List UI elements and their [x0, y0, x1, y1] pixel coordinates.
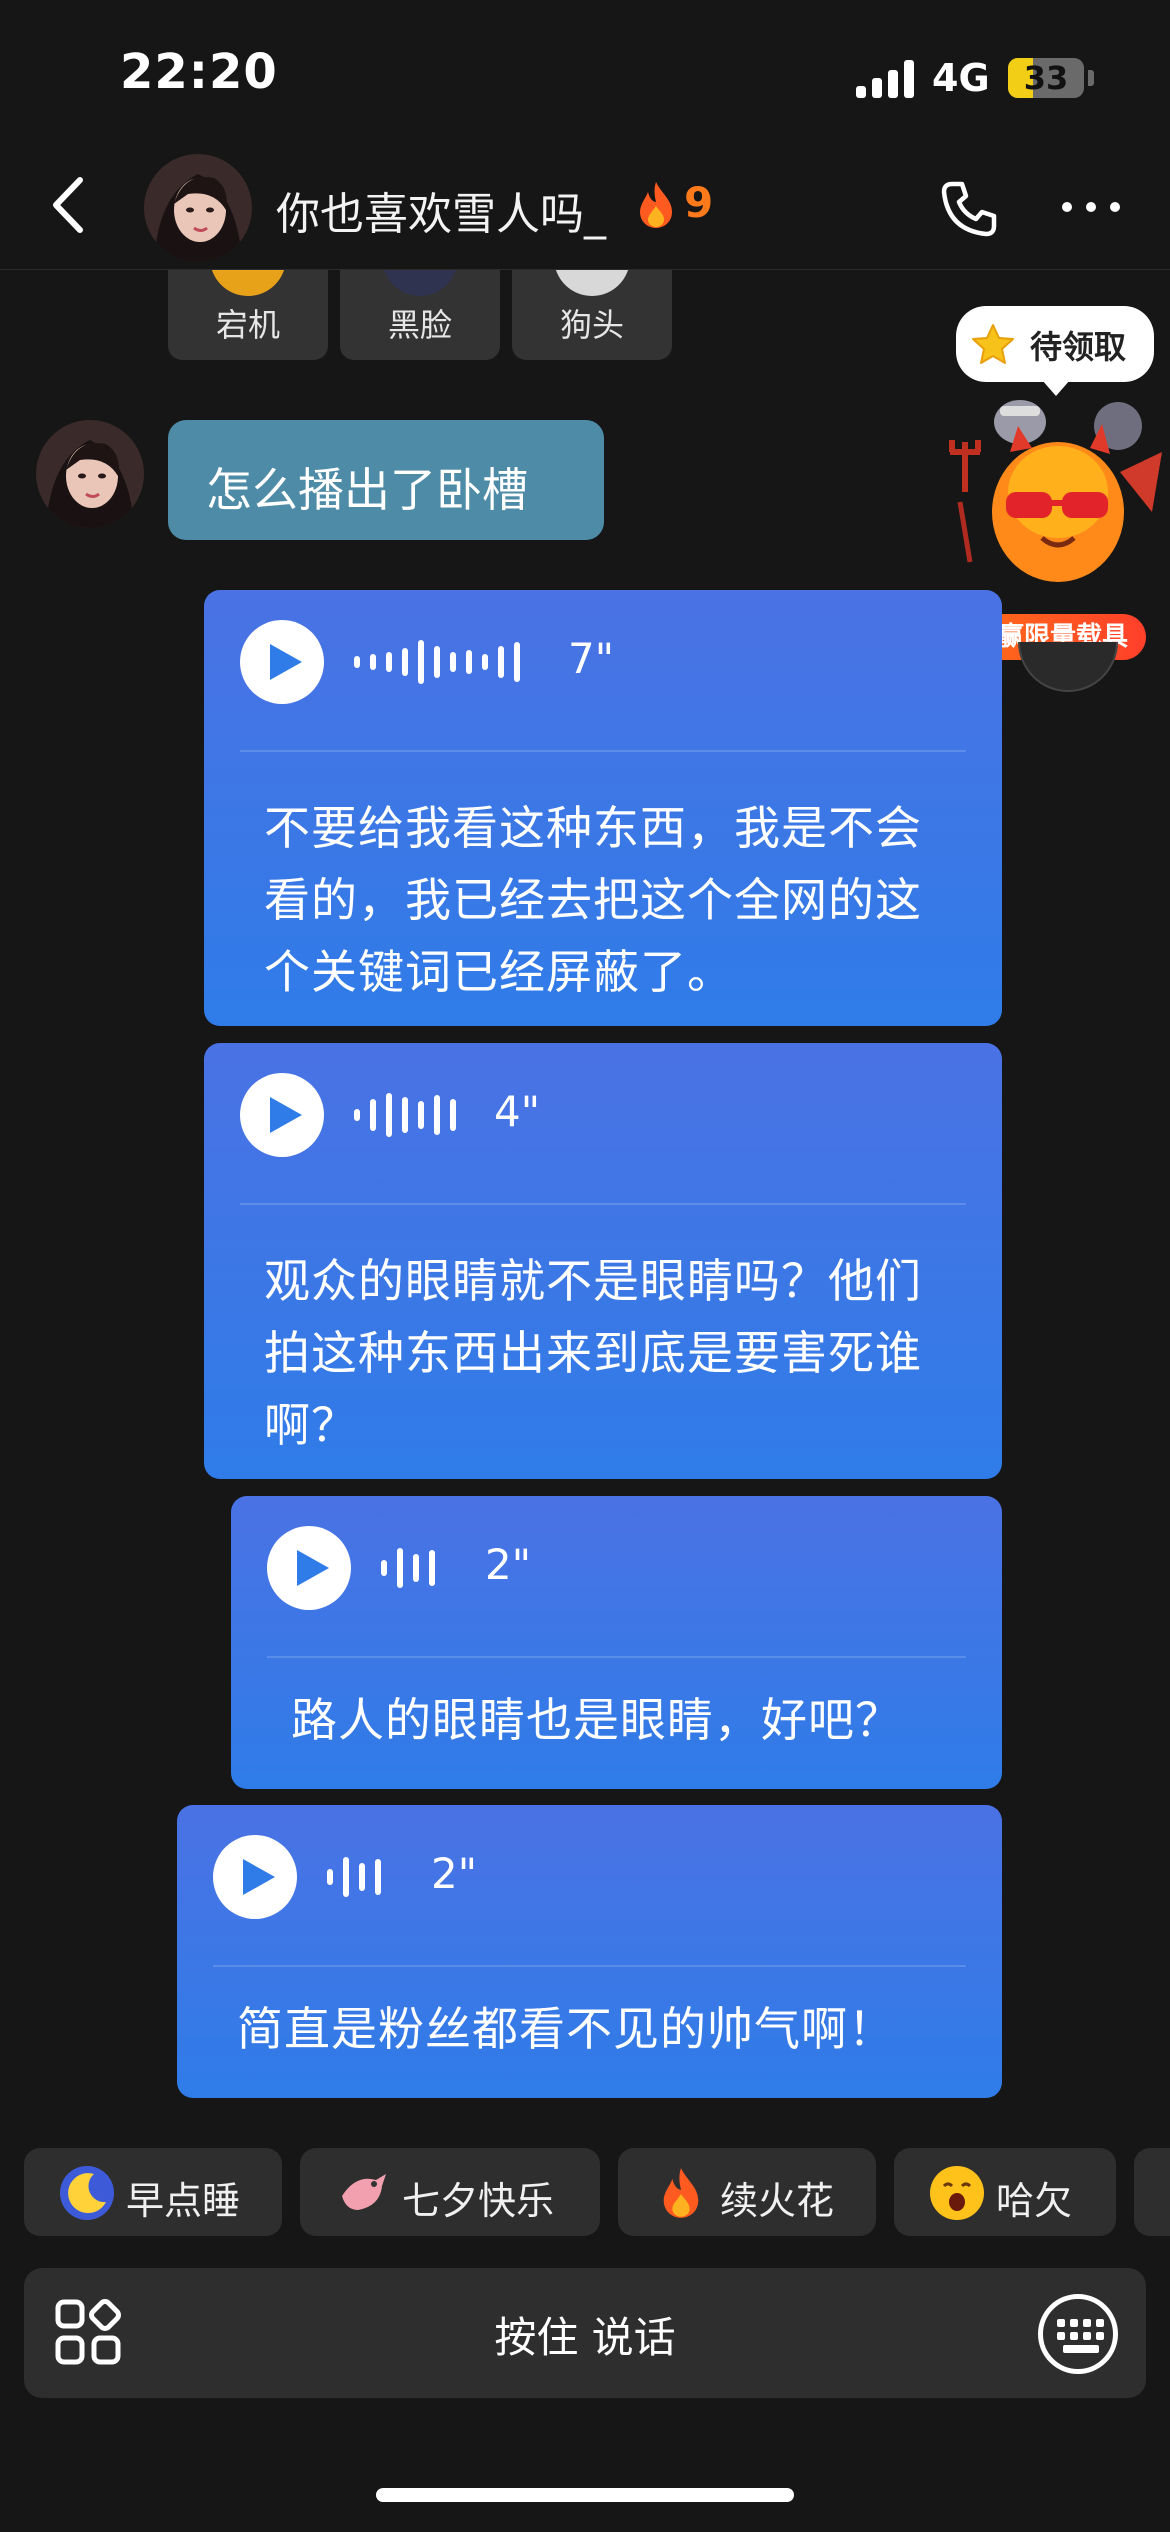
voice-duration: 7"	[568, 634, 615, 683]
reaction-label: 狗头	[559, 306, 624, 344]
voice-transcript: 路人的眼睛也是眼睛，好吧？	[291, 1693, 902, 1747]
network-type: 4G	[932, 56, 990, 100]
play-button[interactable]	[240, 620, 324, 704]
play-icon	[243, 1859, 275, 1895]
devil-mascot-icon[interactable]	[940, 392, 1166, 602]
reward-pending-bubble[interactable]: 待领取	[956, 306, 1154, 396]
voice-message[interactable]: 2" 路人的眼睛也是眼睛，好吧？	[231, 1496, 1002, 1789]
dog-head-emoji-icon	[554, 270, 630, 296]
quick-reply-overflow[interactable]	[1134, 2148, 1170, 2236]
voice-duration: 2"	[485, 1540, 532, 1589]
reaction-chip-crash[interactable]: 宕机	[168, 270, 328, 360]
promo-ball-icon	[1018, 642, 1118, 692]
voice-transcript: 不要给我看这种东西，我是不会看的，我已经去把这个全网的这个关键词已经屏蔽了。	[264, 801, 922, 999]
moon-icon	[60, 2166, 114, 2220]
fire-icon	[654, 2166, 708, 2220]
voice-message[interactable]: 7" 不要给我看这种东西，我是不会看的，我已经去把这个全网的这个关键词已经屏蔽了…	[204, 590, 1002, 1026]
status-time: 22:20	[120, 44, 278, 100]
reaction-chip-dog-head[interactable]: 狗头	[512, 270, 672, 360]
back-button[interactable]	[40, 170, 100, 240]
play-button[interactable]	[267, 1526, 351, 1610]
apps-grid-icon	[55, 2299, 121, 2365]
play-button[interactable]	[213, 1835, 297, 1919]
reaction-label: 黑脸	[387, 306, 452, 344]
voice-divider	[213, 1965, 966, 1967]
quick-reply-qixi[interactable]: 七夕快乐	[300, 2148, 600, 2236]
input-bar: 按住 说话	[24, 2268, 1146, 2398]
home-indicator[interactable]	[376, 2488, 794, 2502]
more-functions-button[interactable]	[54, 2298, 124, 2368]
quick-reply-label: 七夕快乐	[402, 2179, 555, 2223]
reward-label: 待领取	[1030, 328, 1127, 366]
black-face-emoji-icon	[382, 270, 458, 296]
play-icon	[297, 1550, 329, 1586]
voice-transcript: 观众的眼睛就不是眼睛吗？他们拍这种东西出来到底是要害死谁啊？	[264, 1254, 922, 1452]
voice-divider	[267, 1656, 966, 1658]
chat-header: 你也喜欢雪人吗_ 9	[0, 140, 1170, 270]
star-icon	[972, 324, 1014, 364]
voice-message[interactable]: 4" 观众的眼睛就不是眼睛吗？他们拍这种东西出来到底是要害死谁啊？	[204, 1043, 1002, 1479]
received-message-bubble[interactable]: 怎么播出了卧槽	[168, 420, 604, 540]
voice-duration: 4"	[494, 1087, 541, 1136]
play-icon	[270, 644, 302, 680]
battery-cap	[1088, 70, 1094, 86]
quick-reply-label: 续火花	[720, 2179, 835, 2223]
quick-reply-streak[interactable]: 续火花	[618, 2148, 876, 2236]
yawn-icon	[930, 2166, 984, 2220]
voice-divider	[240, 750, 966, 752]
quick-reply-label: 哈欠	[996, 2179, 1073, 2223]
more-button[interactable]	[1056, 192, 1128, 222]
streak-count: 9	[684, 178, 714, 227]
voice-duration: 2"	[431, 1849, 478, 1898]
quick-reply-early-sleep[interactable]: 早点睡	[24, 2148, 282, 2236]
contact-avatar[interactable]	[144, 154, 252, 262]
quick-reply-label: 早点睡	[126, 2179, 241, 2223]
voice-transcript: 简直是粉丝都看不见的帅气啊！	[237, 2002, 895, 2056]
sender-avatar[interactable]	[36, 420, 144, 528]
quick-reply-yawn[interactable]: 哈欠	[894, 2148, 1116, 2236]
contact-name[interactable]: 你也喜欢雪人吗_	[276, 178, 606, 242]
magpie-icon	[336, 2166, 390, 2220]
crash-emoji-icon	[210, 270, 286, 296]
back-icon	[53, 177, 83, 233]
voice-divider	[240, 1203, 966, 1205]
fire-icon	[640, 182, 672, 228]
voice-message[interactable]: 2" 简直是粉丝都看不见的帅气啊！	[177, 1805, 1002, 2098]
battery-icon: 33	[1008, 58, 1084, 98]
reaction-chip-black-face[interactable]: 黑脸	[340, 270, 500, 360]
call-button[interactable]	[938, 178, 1000, 240]
signal-icon	[856, 60, 916, 98]
battery-level: 33	[1023, 59, 1069, 97]
play-button[interactable]	[240, 1073, 324, 1157]
play-icon	[270, 1097, 302, 1133]
reaction-label: 宕机	[215, 306, 280, 344]
phone-icon	[941, 181, 997, 237]
hold-to-talk-button[interactable]: 按住 说话	[324, 2304, 846, 2365]
message-text: 怎么播出了卧槽	[206, 463, 528, 517]
keyboard-button[interactable]	[1038, 2294, 1118, 2374]
